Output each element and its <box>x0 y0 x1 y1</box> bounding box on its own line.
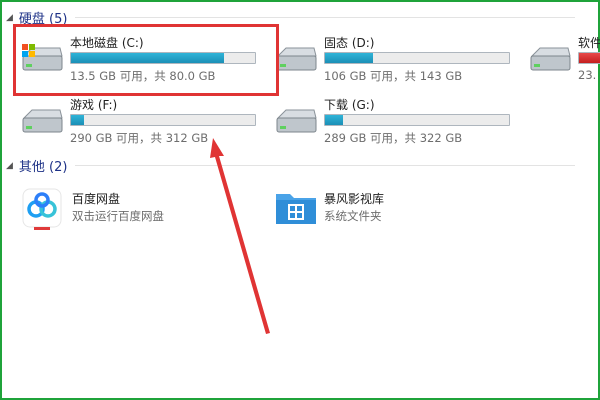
hard-drive-icon <box>276 109 317 133</box>
collapse-arrow-icon[interactable]: ◢ <box>6 161 13 171</box>
drive-f[interactable]: 游戏 (F:) 290 GB 可用，共 312 GB <box>20 96 270 152</box>
drive-d[interactable]: 固态 (D:) 106 GB 可用，共 143 GB <box>274 34 524 90</box>
drive-e-usage-bar <box>578 52 600 64</box>
annotation-highlight-box <box>13 24 279 96</box>
app-baofeng-library-name: 暴风影视库 <box>324 192 385 206</box>
drive-g-usage-fill <box>325 115 344 125</box>
app-baidu-netdisk-desc: 双击运行百度网盘 <box>72 209 164 223</box>
drive-d-label: 固态 (D:) <box>324 36 375 50</box>
collapse-arrow-icon[interactable]: ◢ <box>6 13 13 23</box>
group-divider <box>75 165 576 166</box>
drive-d-usage-fill <box>325 53 373 63</box>
baidu-netdisk-icon <box>22 188 62 230</box>
drive-g-usage-bar <box>324 114 510 126</box>
media-folder-icon <box>276 194 316 224</box>
drive-e[interactable]: 软件 23. <box>528 34 600 90</box>
app-baofeng-library[interactable]: 暴风影视库 系统文件夹 <box>274 186 494 230</box>
app-baidu-netdisk[interactable]: 百度网盘 双击运行百度网盘 <box>22 186 242 230</box>
drive-f-size: 290 GB 可用，共 312 GB <box>70 131 209 145</box>
hard-drive-icon <box>276 47 317 71</box>
group-title-other: 其他 (2) <box>18 160 68 175</box>
drive-e-label: 软件 <box>578 36 600 50</box>
hard-drive-icon <box>22 109 63 133</box>
group-divider <box>75 17 576 18</box>
drive-d-size: 106 GB 可用，共 143 GB <box>324 69 463 83</box>
group-header-other[interactable]: ◢ 其他 (2) <box>6 156 576 175</box>
app-baofeng-library-desc: 系统文件夹 <box>324 209 382 223</box>
drive-f-usage-fill <box>71 115 84 125</box>
drive-f-label: 游戏 (F:) <box>70 98 118 112</box>
drive-g-size: 289 GB 可用，共 322 GB <box>324 131 463 145</box>
drive-g-label: 下载 (G:) <box>324 98 375 112</box>
hard-drive-icon <box>530 47 571 71</box>
app-baidu-netdisk-name: 百度网盘 <box>72 192 121 206</box>
drive-e-usage-fill <box>579 53 600 63</box>
drive-d-usage-bar <box>324 52 510 64</box>
drive-f-usage-bar <box>70 114 256 126</box>
drive-e-size: 23. <box>578 68 597 82</box>
drive-g[interactable]: 下载 (G:) 289 GB 可用，共 322 GB <box>274 96 524 152</box>
